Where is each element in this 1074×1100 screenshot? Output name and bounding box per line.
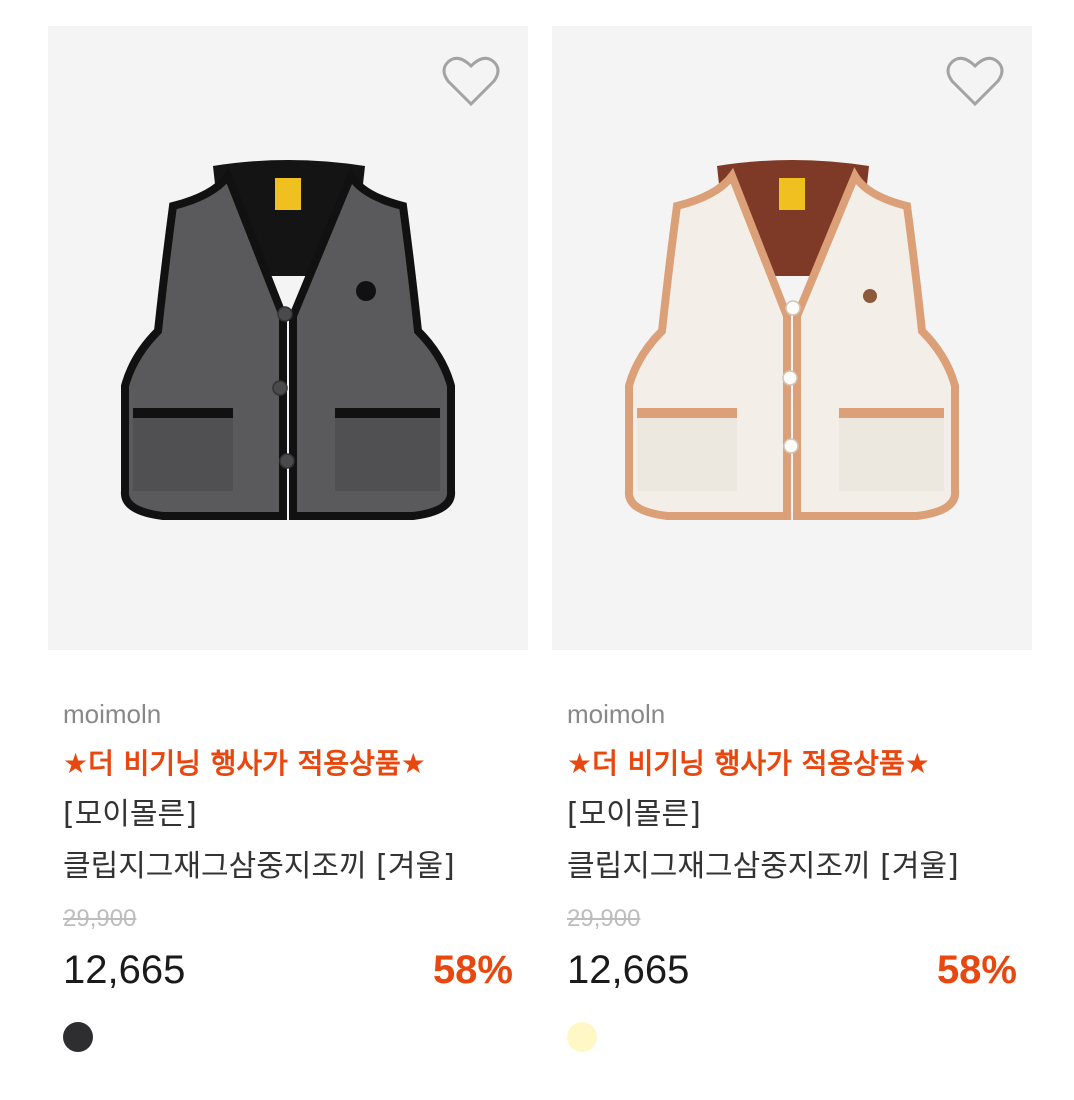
product-name-line2[interactable]: 클립지그재그삼중지조끼 [겨울] [567, 848, 1017, 886]
product-name-line2[interactable]: 클립지그재그삼중지조끼 [겨울] [63, 848, 513, 886]
color-swatches [567, 1022, 1017, 1052]
sale-price: 12,665 [63, 948, 186, 992]
product-image-area[interactable] [552, 26, 1032, 650]
product-card[interactable]: moimoln ★더 비기닝 행사가 적용상품★ [모이몰른] 클립지그재그삼중… [48, 26, 528, 1052]
discount-rate: 58% [936, 948, 1017, 992]
color-swatch[interactable] [63, 1022, 93, 1052]
color-swatch[interactable] [567, 1022, 597, 1052]
event-label: ★더 비기닝 행사가 적용상품★ [63, 747, 426, 780]
product-image-area[interactable] [48, 26, 528, 650]
original-price: 29,900 [567, 905, 641, 932]
price-row: 12,665 58% [63, 946, 513, 994]
original-price: 29,900 [63, 905, 137, 932]
heart-outline-icon[interactable] [442, 54, 500, 108]
brand-name[interactable]: moimoln [63, 698, 513, 730]
heart-outline-icon[interactable] [946, 54, 1004, 108]
event-label: ★더 비기닝 행사가 적용상품★ [567, 747, 930, 780]
product-info: moimoln ★더 비기닝 행사가 적용상품★ [모이몰른] 클립지그재그삼중… [552, 698, 1032, 1052]
sale-price: 12,665 [567, 948, 690, 992]
product-card[interactable]: moimoln ★더 비기닝 행사가 적용상품★ [모이몰른] 클립지그재그삼중… [552, 26, 1032, 1052]
brand-name[interactable]: moimoln [567, 698, 1017, 730]
color-swatches [63, 1022, 513, 1052]
product-name-line1[interactable]: [모이몰른] [567, 796, 1017, 834]
price-row: 12,665 58% [567, 946, 1017, 994]
discount-rate: 58% [432, 948, 513, 992]
product-name-line1[interactable]: [모이몰른] [63, 796, 513, 834]
product-grid: moimoln ★더 비기닝 행사가 적용상품★ [모이몰른] 클립지그재그삼중… [0, 0, 1074, 1100]
product-info: moimoln ★더 비기닝 행사가 적용상품★ [모이몰른] 클립지그재그삼중… [48, 698, 528, 1052]
vest-image [120, 160, 456, 520]
vest-image [624, 160, 960, 520]
